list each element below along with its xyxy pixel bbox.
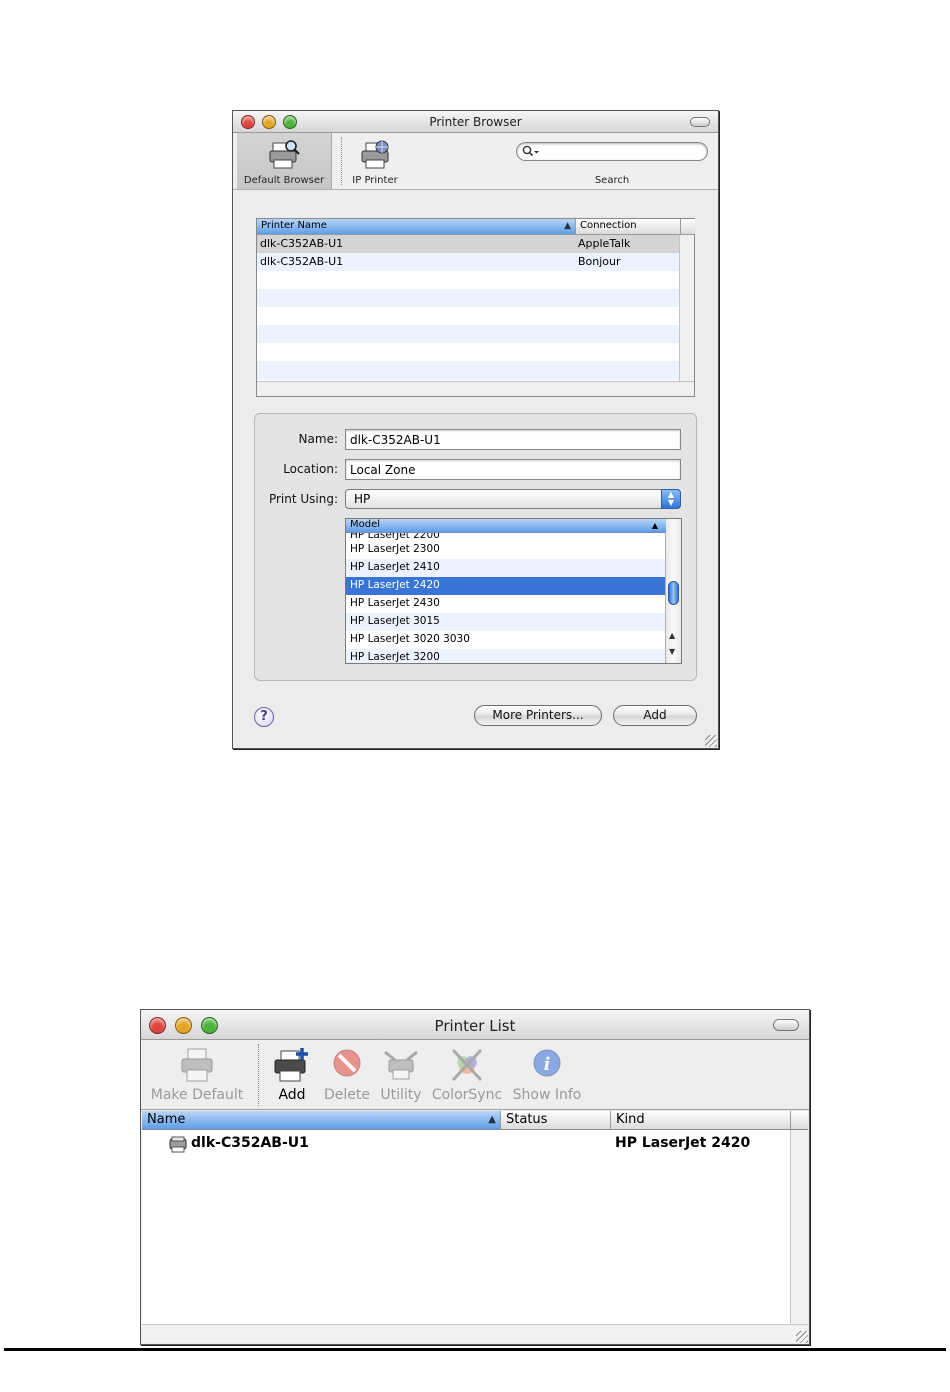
ip-printer-label: IP Printer <box>352 175 398 186</box>
toolbar: Default Browser IP Printer Search <box>233 133 718 190</box>
printer-kind: HP LaserJet 2420 <box>615 1135 751 1151</box>
printer-details-group: Name: Location: Print Using: HP ▲▼ Model… <box>254 413 697 681</box>
column-header-corner <box>790 1111 808 1129</box>
scroll-thumb[interactable] <box>668 581 679 605</box>
vertical-scrollbar[interactable] <box>679 235 694 382</box>
sort-ascending-icon: ▲ <box>564 221 571 231</box>
column-kind[interactable]: Kind <box>610 1111 790 1129</box>
toolbar: Make Default Add Delete Utility ColorSyn… <box>141 1040 809 1110</box>
column-printer-name[interactable]: Printer Name ▲ <box>257 219 575 234</box>
ip-printer-icon <box>361 140 389 169</box>
sort-ascending-icon: ▲ <box>488 1114 496 1125</box>
page-rule <box>4 1348 946 1351</box>
column-model-overlay: Model ▲ <box>346 519 666 533</box>
column-status[interactable]: Status <box>500 1111 610 1129</box>
model-item[interactable]: HP LaserJet 3015 <box>346 613 666 631</box>
resize-grip[interactable] <box>705 735 717 747</box>
ip-printer-button[interactable]: IP Printer <box>345 133 405 189</box>
column-name[interactable]: Name ▲ <box>142 1111 500 1129</box>
empty-row <box>257 307 680 325</box>
horizontal-scrollbar[interactable] <box>142 1324 808 1343</box>
make-default-button[interactable]: Make Default <box>147 1040 247 1110</box>
scroll-down-arrow-icon[interactable]: ▼ <box>669 647 675 656</box>
title-bar[interactable]: Printer List <box>141 1010 809 1040</box>
printer-row[interactable]: dlk-C352AB-U1 Bonjour <box>257 253 680 271</box>
search-input[interactable] <box>541 144 701 159</box>
model-list: Model ▲ HP LaserJet 2200 HP LaserJet 230… <box>345 518 682 664</box>
model-item[interactable]: HP LaserJet 3200 <box>346 649 666 663</box>
printer-row[interactable]: dlk-C352AB-U1 AppleTalk <box>257 235 680 253</box>
delete-icon <box>333 1049 361 1077</box>
colorsync-button[interactable]: ColorSync <box>431 1040 503 1110</box>
empty-row <box>257 361 680 380</box>
window-title: Printer List <box>434 1017 516 1035</box>
scroll-up-arrow-icon[interactable]: ▲ <box>669 631 675 640</box>
search-label: Search <box>594 175 630 186</box>
add-printer-icon <box>274 1048 308 1082</box>
model-item[interactable]: HP LaserJet 2300 <box>346 541 666 559</box>
title-bar[interactable]: Printer Browser <box>233 111 718 133</box>
location-label: Location: <box>283 462 338 476</box>
printer-name: dlk-C352AB-U1 <box>191 1135 309 1151</box>
add-printer-button[interactable]: Add <box>267 1040 317 1110</box>
printer-list-window: Printer List Make Default Add Delete Uti… <box>140 1009 810 1345</box>
name-label: Name: <box>298 432 338 446</box>
model-item-selected[interactable]: HP LaserJet 2420 <box>346 577 666 595</box>
more-printers-button[interactable]: More Printers... <box>474 705 602 726</box>
printer-list-header: Name ▲ Status Kind <box>142 1111 808 1130</box>
toolbar-toggle-button[interactable] <box>690 117 710 127</box>
printer-table-header: Printer Name ▲ Connection <box>257 219 695 235</box>
colorsync-label: ColorSync <box>431 1087 503 1103</box>
colorsync-icon <box>451 1048 483 1082</box>
toolbar-toggle-button[interactable] <box>773 1019 799 1031</box>
empty-row <box>257 289 680 307</box>
search-field[interactable] <box>516 142 708 161</box>
make-default-label: Make Default <box>150 1087 244 1103</box>
default-browser-icon <box>269 140 300 169</box>
print-using-value: HP <box>354 492 371 506</box>
empty-row <box>257 343 680 361</box>
model-item[interactable]: HP LaserJet 3020 3030 <box>346 631 666 649</box>
model-item[interactable]: HP LaserJet 2410 <box>346 559 666 577</box>
show-info-button[interactable]: i Show Info <box>510 1040 584 1110</box>
column-connection[interactable]: Connection <box>575 219 680 234</box>
model-item[interactable]: HP LaserJet 2430 <box>346 595 666 613</box>
default-browser-label: Default Browser <box>243 175 325 186</box>
printer-table: Printer Name ▲ Connection dlk-C352AB-U1 … <box>256 218 695 397</box>
printer-browser-window: Printer Browser Default Browser IP Print… <box>232 110 719 749</box>
utility-icon <box>384 1050 418 1080</box>
printer-list-row[interactable]: dlk-C352AB-U1 HP LaserJet 2420 <box>142 1133 790 1155</box>
vertical-scrollbar[interactable] <box>790 1130 808 1324</box>
horizontal-scrollbar[interactable] <box>257 381 694 396</box>
printer-icon <box>169 1136 187 1153</box>
utility-button[interactable]: Utility <box>377 1040 425 1110</box>
print-using-popup[interactable]: HP ▲ ▼ <box>345 489 681 509</box>
popup-arrows-icon: ▲ ▼ <box>661 489 681 509</box>
column-header-corner <box>680 219 695 234</box>
delete-button[interactable]: Delete <box>321 1040 373 1110</box>
default-browser-button[interactable]: Default Browser <box>237 133 332 189</box>
printer-icon <box>181 1048 213 1082</box>
print-using-label: Print Using: <box>268 492 338 506</box>
empty-row <box>257 325 680 343</box>
add-button[interactable]: Add <box>613 705 697 726</box>
search-icon <box>522 145 539 157</box>
name-field[interactable] <box>345 429 681 450</box>
toolbar-separator <box>341 137 342 185</box>
utility-label: Utility <box>380 1087 422 1103</box>
delete-label: Delete <box>324 1087 370 1103</box>
printer-list-table: Name ▲ Status Kind dlk-C352AB-U1 HP Lase… <box>142 1111 808 1343</box>
location-field[interactable] <box>345 459 681 480</box>
info-icon: i <box>533 1049 561 1077</box>
show-info-label: Show Info <box>512 1087 582 1103</box>
empty-row <box>257 271 680 289</box>
sort-ascending-icon: ▲ <box>651 521 658 530</box>
toolbar-separator <box>258 1044 259 1106</box>
resize-grip[interactable] <box>796 1331 808 1343</box>
svg-text:i: i <box>544 1054 551 1075</box>
window-title: Printer Browser <box>429 115 522 129</box>
add-label: Add <box>278 1087 306 1103</box>
model-scrollbar[interactable]: ▲ ▼ <box>665 519 681 663</box>
help-button[interactable]: ? <box>254 707 274 727</box>
